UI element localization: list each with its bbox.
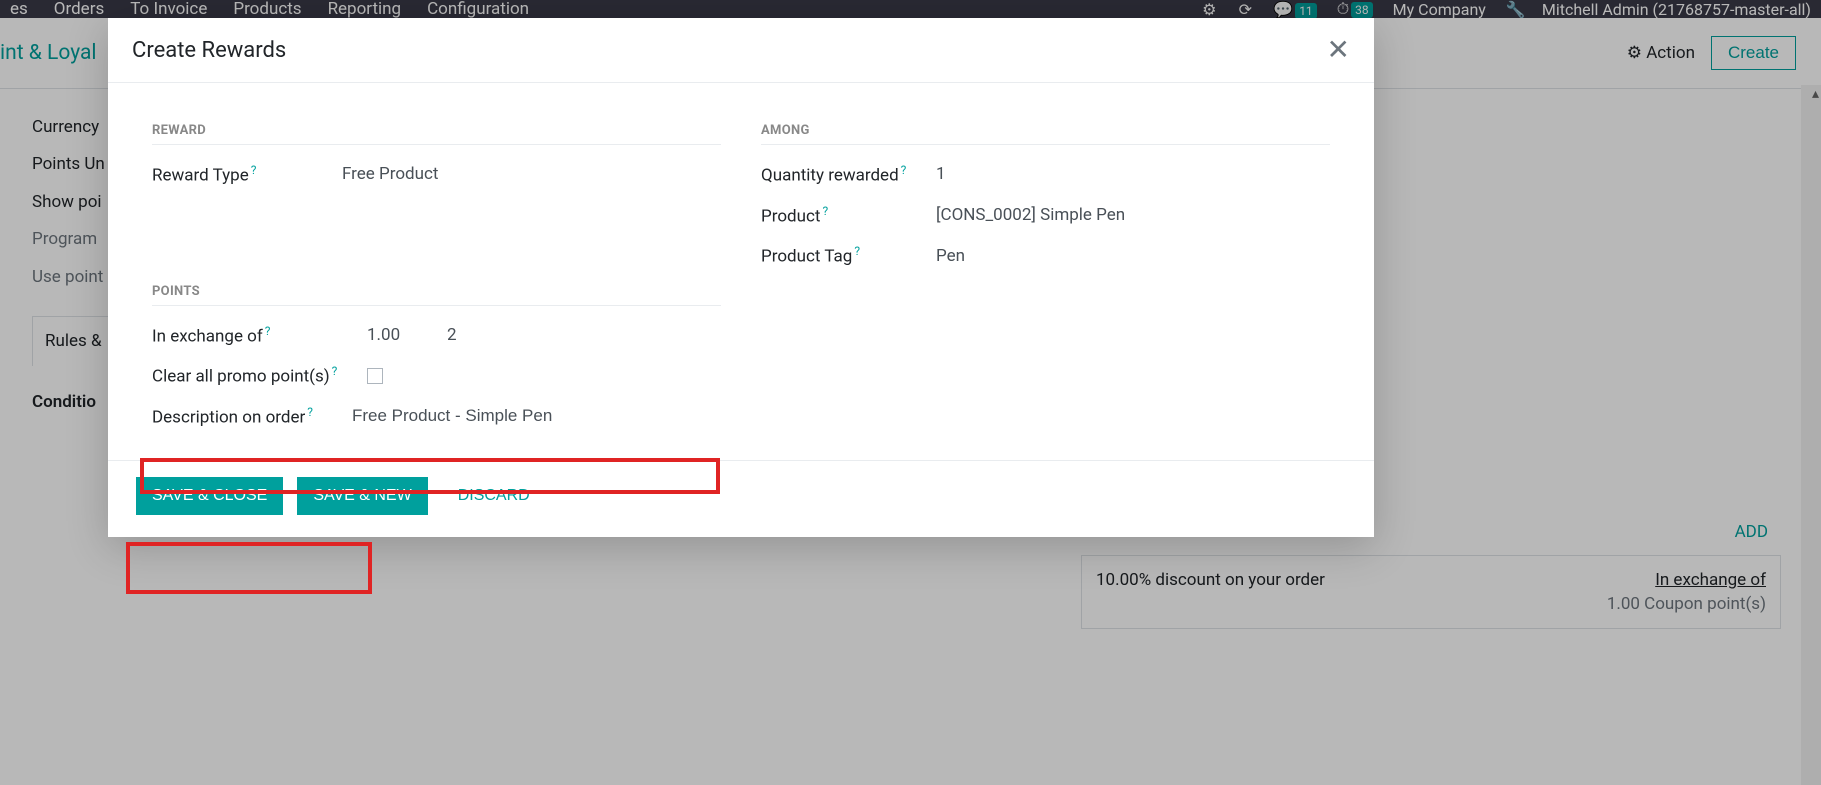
description-input[interactable] — [352, 406, 632, 426]
product-value[interactable]: [CONS_0002] Simple Pen — [936, 205, 1125, 225]
help-icon[interactable]: ? — [265, 324, 271, 338]
section-points: POINTS — [152, 284, 721, 306]
save-new-button[interactable]: SAVE & NEW — [297, 477, 427, 515]
help-icon[interactable]: ? — [901, 163, 907, 177]
reward-type-label: Reward Type? — [152, 163, 342, 186]
help-icon[interactable]: ? — [332, 364, 338, 378]
product-tag-value[interactable]: Pen — [936, 246, 965, 266]
product-tag-label: Product Tag? — [761, 244, 936, 267]
section-reward: REWARD — [152, 123, 721, 145]
right-column: AMONG Quantity rewarded? 1 Product? [CON… — [761, 123, 1330, 432]
modal-title: Create Rewards — [132, 38, 286, 63]
left-column: REWARD Reward Type? Free Product POINTS … — [152, 123, 721, 432]
modal-footer: SAVE & CLOSE SAVE & NEW DISCARD — [108, 460, 1374, 537]
close-icon[interactable]: ✕ — [1327, 36, 1350, 64]
description-label: Description on order? — [152, 405, 352, 428]
exchange-label: In exchange of? — [152, 324, 367, 347]
reward-type-value[interactable]: Free Product — [342, 164, 438, 184]
discard-button[interactable]: DISCARD — [442, 477, 546, 515]
help-icon[interactable]: ? — [251, 163, 257, 177]
help-icon[interactable]: ? — [307, 405, 313, 419]
section-among: AMONG — [761, 123, 1330, 145]
quantity-value[interactable]: 1 — [936, 164, 946, 184]
help-icon[interactable]: ? — [854, 244, 860, 258]
clear-points-checkbox[interactable] — [367, 368, 383, 384]
save-close-button[interactable]: SAVE & CLOSE — [136, 477, 283, 515]
product-label: Product? — [761, 204, 936, 227]
quantity-label: Quantity rewarded? — [761, 163, 936, 186]
help-icon[interactable]: ? — [822, 204, 828, 218]
exchange-value-1[interactable]: 1.00 — [367, 325, 447, 345]
clear-points-label: Clear all promo point(s)? — [152, 364, 367, 387]
exchange-value-2[interactable]: 2 — [447, 325, 457, 345]
create-rewards-modal: Create Rewards ✕ REWARD Reward Type? Fre… — [108, 18, 1374, 537]
